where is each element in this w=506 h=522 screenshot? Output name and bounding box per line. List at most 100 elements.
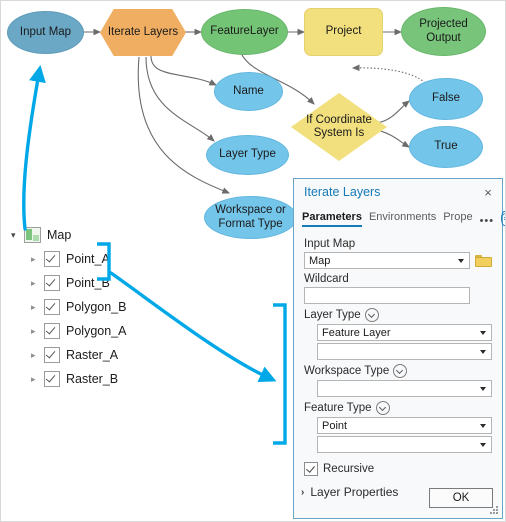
model-node-iterate-layers[interactable]: Iterate Layers bbox=[100, 9, 186, 56]
model-node-if-coordinate-system-is[interactable]: If Coordinate System Is bbox=[291, 93, 387, 161]
field-label-text: Wildcard bbox=[304, 273, 349, 285]
workspace-type-combobox[interactable] bbox=[317, 380, 492, 397]
model-node-label: Project bbox=[325, 25, 362, 38]
dialog-tabs: Parameters Environments Prope ••• ? bbox=[294, 205, 505, 227]
model-node-label-line2: System Is bbox=[313, 127, 365, 139]
collapse-triangle-icon[interactable]: ▸ bbox=[31, 278, 44, 289]
chevron-down-icon[interactable] bbox=[480, 386, 486, 391]
tab-properties[interactable]: Prope bbox=[443, 211, 472, 227]
model-node-label: Layer Type bbox=[219, 148, 276, 161]
layer-properties-label: Layer Properties bbox=[310, 485, 399, 499]
model-node-project[interactable]: Project bbox=[304, 8, 383, 56]
tree-item-label: Point_A bbox=[66, 252, 110, 266]
close-icon[interactable]: × bbox=[480, 185, 496, 200]
model-node-label: Input Map bbox=[19, 25, 72, 38]
model-node-name[interactable]: Name bbox=[214, 72, 283, 111]
field-label-text: Workspace Type bbox=[304, 365, 390, 377]
feature-type-label: Feature Type bbox=[304, 401, 492, 415]
chevron-down-icon[interactable] bbox=[480, 423, 486, 428]
model-node-label: True bbox=[434, 140, 458, 153]
model-node-label: Name bbox=[233, 84, 264, 97]
layer-visibility-checkbox[interactable] bbox=[44, 347, 60, 363]
input-map-label: Input Map bbox=[304, 238, 492, 250]
model-node-false[interactable]: False bbox=[409, 78, 483, 120]
model-node-input-map[interactable]: Input Map bbox=[7, 11, 84, 54]
layer-visibility-checkbox[interactable] bbox=[44, 323, 60, 339]
tab-parameters[interactable]: Parameters bbox=[302, 211, 362, 227]
tab-overflow-icon[interactable]: ••• bbox=[480, 215, 495, 227]
tree-item-polygon-a[interactable]: ▸ Polygon_A bbox=[11, 319, 181, 343]
tree-item-label: Raster_B bbox=[66, 372, 119, 386]
chevron-right-icon[interactable]: › bbox=[301, 487, 304, 498]
model-node-workspace-format-type[interactable]: Workspace or Format Type bbox=[204, 196, 297, 239]
contents-tree: ▾ Map ▸ Point_A ▸ Point_B ▸ Polygon_B ▸ … bbox=[11, 223, 181, 391]
field-label-text: Feature Type bbox=[304, 402, 372, 414]
collapse-triangle-icon[interactable]: ▸ bbox=[31, 374, 44, 385]
tree-item-label: Polygon_B bbox=[66, 300, 127, 314]
tree-item-label: Polygon_A bbox=[66, 324, 127, 338]
model-node-label-line1: If Coordinate bbox=[306, 113, 372, 126]
tree-item-point-b[interactable]: ▸ Point_B bbox=[11, 271, 181, 295]
feature-type-value: Point bbox=[322, 419, 348, 432]
chevron-down-icon[interactable] bbox=[480, 330, 486, 335]
input-map-row: Map bbox=[304, 252, 492, 269]
chevron-down-circle-icon[interactable] bbox=[364, 308, 379, 322]
tree-item-raster-a[interactable]: ▸ Raster_A bbox=[11, 343, 181, 367]
collapse-triangle-icon[interactable]: ▸ bbox=[31, 350, 44, 361]
model-node-label: False bbox=[431, 92, 461, 105]
field-label-text: Layer Type bbox=[304, 309, 361, 321]
input-map-combobox[interactable]: Map bbox=[304, 252, 470, 269]
folder-icon[interactable] bbox=[475, 254, 492, 268]
model-node-label-line2: Output bbox=[426, 31, 461, 44]
dialog-titlebar: Iterate Layers × bbox=[294, 179, 502, 205]
dialog-body: Input Map Map Wildcard Layer Type Featur… bbox=[294, 227, 502, 499]
chevron-down-circle-icon[interactable] bbox=[393, 364, 408, 378]
tab-environments[interactable]: Environments bbox=[369, 211, 436, 227]
collapse-triangle-icon[interactable]: ▸ bbox=[31, 326, 44, 337]
recursive-checkbox[interactable] bbox=[304, 462, 318, 476]
iterate-layers-dialog: Iterate Layers × Parameters Environments… bbox=[293, 178, 505, 519]
model-node-label-line2: Format Type bbox=[218, 217, 283, 230]
model-node-label-line1: Projected bbox=[419, 18, 468, 31]
workspace-type-label: Workspace Type bbox=[304, 364, 492, 378]
chevron-down-icon[interactable] bbox=[480, 442, 486, 447]
layer-visibility-checkbox[interactable] bbox=[44, 251, 60, 267]
model-node-true[interactable]: True bbox=[409, 126, 483, 168]
layer-visibility-checkbox[interactable] bbox=[44, 275, 60, 291]
layer-visibility-checkbox[interactable] bbox=[44, 371, 60, 387]
collapse-triangle-icon[interactable]: ▸ bbox=[31, 302, 44, 313]
tree-item-map[interactable]: ▾ Map bbox=[11, 223, 181, 247]
resize-grip[interactable] bbox=[490, 506, 499, 515]
model-node-projected-output[interactable]: Projected Output bbox=[401, 7, 486, 56]
recursive-label: Recursive bbox=[323, 463, 375, 475]
feature-type-combobox[interactable]: Point bbox=[317, 417, 492, 434]
tree-item-label: Point_B bbox=[66, 276, 110, 290]
recursive-checkbox-row[interactable]: Recursive bbox=[304, 462, 492, 476]
model-node-layer-type[interactable]: Layer Type bbox=[206, 135, 289, 175]
layer-type-value: Feature Layer bbox=[322, 326, 391, 339]
expand-triangle-icon[interactable]: ▾ bbox=[11, 230, 24, 241]
dialog-title: Iterate Layers bbox=[304, 185, 381, 199]
screenshot-root: Input Map Iterate Layers FeatureLayer Pr… bbox=[0, 0, 506, 522]
collapse-triangle-icon[interactable]: ▸ bbox=[31, 254, 44, 265]
chevron-down-circle-icon[interactable] bbox=[375, 401, 390, 415]
layer-type-label: Layer Type bbox=[304, 308, 492, 322]
layer-type-combobox[interactable]: Feature Layer bbox=[317, 324, 492, 341]
ok-button-label: OK bbox=[452, 492, 470, 504]
map-icon bbox=[24, 227, 41, 243]
layer-visibility-checkbox[interactable] bbox=[44, 299, 60, 315]
wildcard-input[interactable] bbox=[304, 287, 470, 304]
tree-item-polygon-b[interactable]: ▸ Polygon_B bbox=[11, 295, 181, 319]
tree-item-point-a[interactable]: ▸ Point_A bbox=[11, 247, 181, 271]
ok-button[interactable]: OK bbox=[429, 488, 493, 508]
tree-item-raster-b[interactable]: ▸ Raster_B bbox=[11, 367, 181, 391]
feature-type-combobox-secondary[interactable] bbox=[317, 436, 492, 453]
help-icon[interactable]: ? bbox=[501, 211, 505, 226]
model-node-label-line1: Workspace or bbox=[215, 204, 286, 217]
chevron-down-icon[interactable] bbox=[458, 258, 464, 263]
model-node-feature-layer[interactable]: FeatureLayer bbox=[201, 9, 288, 55]
chevron-down-icon[interactable] bbox=[480, 349, 486, 354]
layer-type-combobox-secondary[interactable] bbox=[317, 343, 492, 360]
wildcard-label: Wildcard bbox=[304, 273, 492, 285]
tree-item-label: Raster_A bbox=[66, 348, 119, 362]
